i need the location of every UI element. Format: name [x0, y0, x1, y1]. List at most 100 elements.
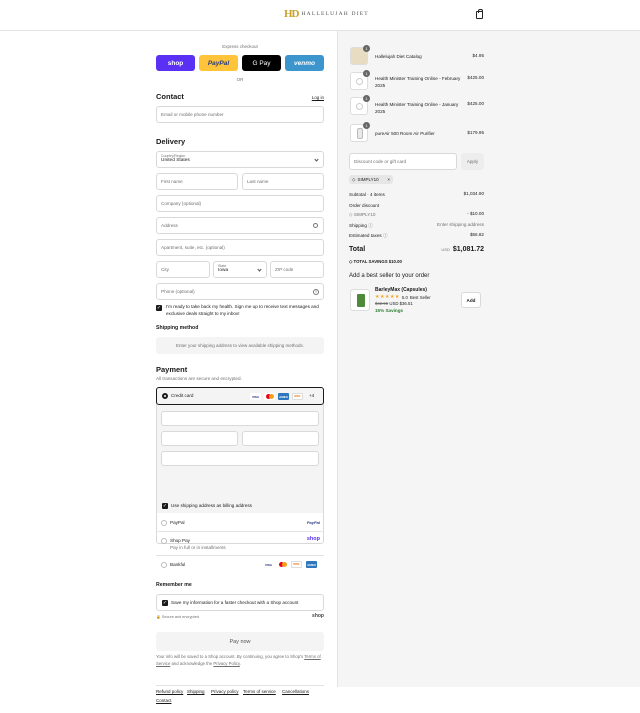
old-price: $42.95 [375, 301, 389, 306]
security-code-field[interactable] [242, 431, 319, 446]
credit-card-radio[interactable] [162, 393, 168, 399]
tag-icon: ◇ [352, 176, 356, 182]
shop-pay-subtitle: Pay in full or in installments [170, 545, 226, 550]
privacy-policy-footer-link[interactable]: Privacy policy [211, 689, 239, 694]
shop-pay-button[interactable]: shop [156, 55, 195, 71]
upsell-heading: Add a best seller to your order [349, 273, 430, 279]
cart-item-quantity: 1 [363, 70, 370, 77]
cart-item-thumbnail: 1 [350, 70, 370, 90]
best-seller-badge: Best Seller [409, 294, 431, 300]
search-icon [313, 223, 318, 228]
add-upsell-button[interactable]: Add [461, 292, 481, 308]
cancellations-link[interactable]: Cancellations [282, 689, 309, 694]
shipping-value: Enter shipping address [437, 222, 484, 227]
state-value: Iowa [218, 268, 229, 273]
secure-label: 🔒 Secure and encrypted [156, 614, 199, 621]
total-savings-label: TOTAL SAVINGS [353, 259, 388, 264]
cart-item-quantity: 1 [363, 122, 370, 129]
country-value: United States [161, 158, 190, 163]
total-value: $1,081.72 [452, 246, 484, 253]
paypal-label: PayPal [170, 520, 185, 525]
email-field[interactable]: Email or mobile phone number [156, 106, 324, 123]
terms-link[interactable]: Terms of service [243, 689, 276, 694]
visa-icon: VISA [263, 561, 274, 568]
upsell-product-name: BarleyMax (Capsules) [375, 287, 427, 293]
save-info-label: Save my information for a faster checkou… [171, 600, 299, 605]
apartment-field[interactable]: Apartment, suite, etc. (optional) [156, 239, 324, 256]
cart-item-thumbnail: 1 [350, 95, 370, 115]
help-icon[interactable]: ⓘ [383, 233, 388, 238]
first-name-field[interactable]: First name [156, 173, 238, 190]
country-select[interactable]: Country/Region United States [156, 151, 324, 168]
credit-card-option[interactable]: Credit card VISA AMEX DISC +4 [156, 387, 324, 405]
shopping-bag-icon[interactable] [476, 9, 483, 19]
pay-now-button[interactable]: Pay now [156, 632, 324, 651]
last-name-field[interactable]: Last name [242, 173, 324, 190]
close-icon[interactable]: × [387, 177, 390, 182]
shop-pay-label: Shop Pay [170, 538, 190, 543]
bankful-radio[interactable] [161, 562, 167, 568]
apply-button[interactable]: Apply [461, 153, 484, 170]
image-placeholder-icon [356, 103, 363, 110]
discount-code-applied: ◇ SIMPLY10 [349, 211, 375, 218]
lock-icon: 🔒 [156, 615, 161, 619]
shop-pay-option[interactable]: Shop Pay Pay in full or in installments … [156, 532, 324, 556]
help-icon[interactable]: ⓘ [368, 223, 373, 228]
shipping-link[interactable]: Shipping [187, 689, 205, 694]
privacy-policy-link[interactable]: Privacy Policy [213, 661, 239, 666]
shop-pay-radio[interactable] [161, 538, 167, 544]
footer-divider [156, 685, 324, 686]
image-placeholder-icon [356, 78, 363, 85]
logo[interactable]: HD HALLELUJAH DIET [284, 8, 369, 20]
card-number-field[interactable] [161, 411, 319, 426]
taxes-value: $56.82 [469, 232, 484, 237]
mastercard-icon [264, 393, 275, 400]
address-field[interactable]: Address [156, 217, 324, 234]
discover-icon: DISC [291, 561, 302, 568]
paypal-option[interactable]: PayPal PayPal [156, 514, 324, 532]
company-field[interactable]: Company (optional) [156, 195, 324, 212]
air-purifier-image [357, 128, 363, 139]
login-link[interactable]: Log in [312, 95, 324, 100]
zip-field[interactable]: ZIP code [270, 261, 324, 278]
taxes-label: Estimated taxes ⓘ [349, 232, 388, 239]
or-divider: OR [236, 77, 244, 82]
name-on-card-field[interactable] [161, 451, 319, 466]
delivery-heading: Delivery [156, 137, 186, 146]
bankful-option[interactable]: Bankful VISA DISC AMEX [156, 556, 324, 574]
cart-item-name: Health Minister Training Online - Februa… [375, 76, 461, 88]
cart-item-name: Health Minister Training Online - Januar… [375, 102, 459, 114]
paypal-radio[interactable] [161, 520, 167, 526]
upsell-rating: ★★★★★ 5.0 Best Seller [375, 294, 431, 300]
new-price: USD $36.51 [389, 301, 413, 306]
remember-me-box: ✓ Save my information for a faster check… [156, 594, 324, 611]
venmo-button[interactable]: venmo [285, 55, 324, 71]
secure-text: Secure and encrypted [161, 615, 199, 619]
first-name-placeholder: First name [161, 179, 183, 184]
shipping-method-notice: Enter your shipping address to view avai… [156, 337, 324, 354]
discount-code-label: SIMPLY10 [353, 212, 376, 217]
discount-code-field[interactable]: Discount code or gift card [349, 153, 457, 170]
payment-heading: Payment [156, 365, 188, 374]
paypal-logo: PayPal [306, 520, 320, 525]
cart-item-thumbnail: 1 [350, 122, 370, 142]
save-info-checkbox[interactable]: ✓ [162, 600, 168, 606]
refund-policy-link[interactable]: Refund policy [156, 689, 183, 694]
card-form: ✓ Use shipping address as billing addres… [157, 405, 323, 513]
cart-item-thumbnail: 1 [350, 45, 370, 65]
sms-opt-in-checkbox[interactable]: ✓ [156, 305, 162, 311]
state-select[interactable]: State Iowa [213, 261, 267, 278]
help-icon[interactable]: ? [313, 289, 319, 295]
expiry-field[interactable] [161, 431, 238, 446]
contact-link[interactable]: Contact [156, 698, 172, 703]
billing-same-checkbox[interactable]: ✓ [162, 503, 168, 509]
rating-value: 5.0 [401, 294, 408, 300]
city-field[interactable]: City [156, 261, 210, 278]
total-amount: USD $1,081.72 [441, 246, 484, 253]
phone-field[interactable]: Phone (optional) ? [156, 283, 324, 300]
paypal-button[interactable]: PayPal [199, 55, 238, 71]
order-discount-label: Order discount [349, 203, 380, 208]
mastercard-icon [277, 561, 288, 568]
legal-and: and acknowledge the [171, 661, 213, 666]
google-pay-button[interactable]: G Pay [242, 55, 281, 71]
